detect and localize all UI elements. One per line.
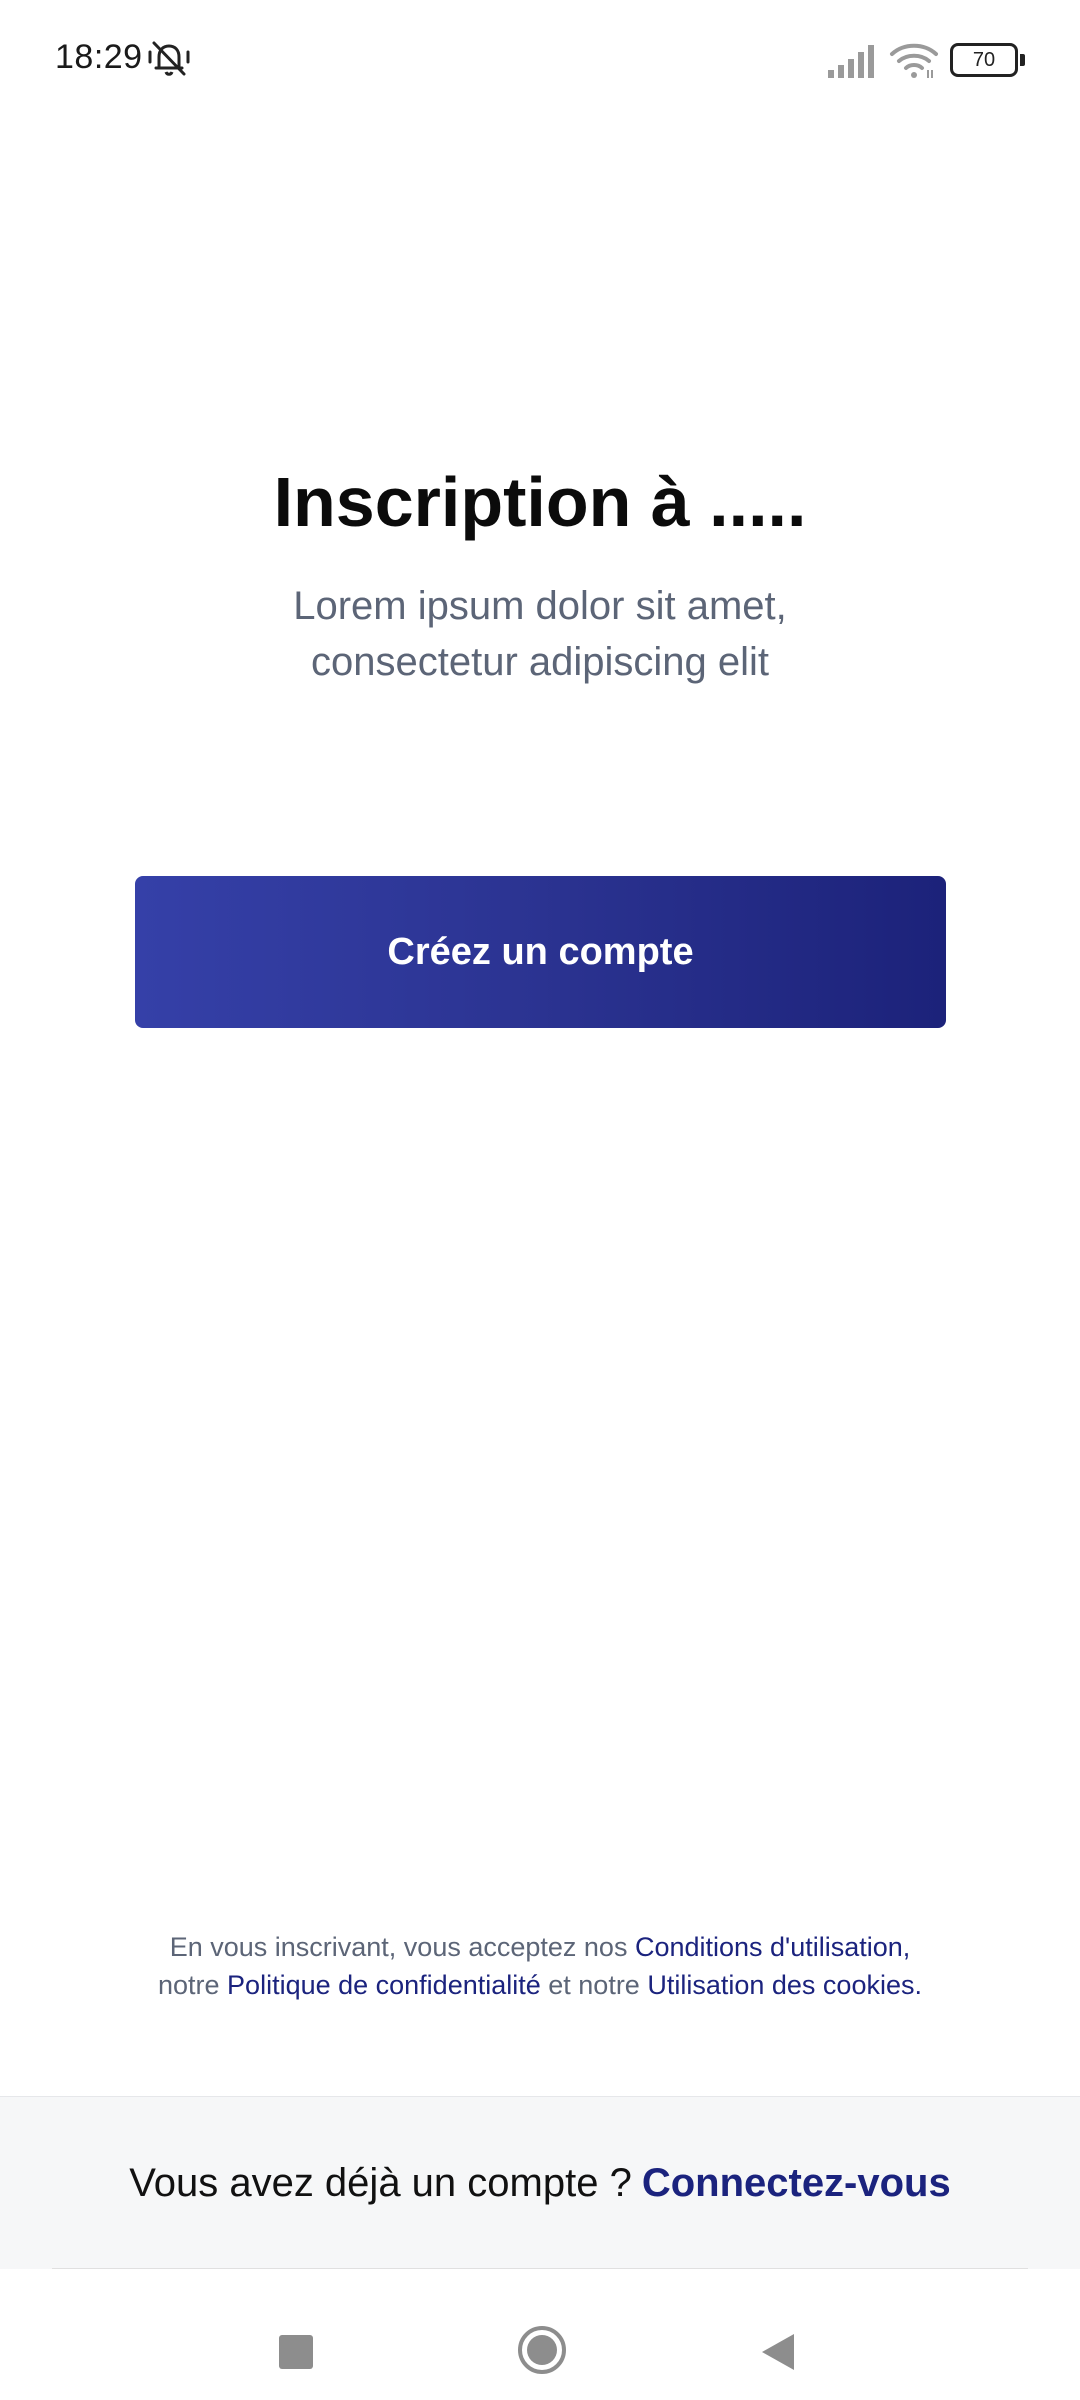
signal-icon xyxy=(828,45,874,78)
status-right: 70 xyxy=(826,38,1025,82)
battery-nub xyxy=(1020,54,1025,66)
terms-of-use-link[interactable]: Conditions d'utilisation, xyxy=(635,1932,910,1962)
wifi-icon xyxy=(890,43,938,78)
battery-icon: 70 xyxy=(950,43,1025,77)
battery-level: 70 xyxy=(972,48,996,71)
page-subtitle: Lorem ipsum dolor sit amet, consectetur … xyxy=(293,584,787,684)
page-title: Inscription à ..... xyxy=(273,463,807,541)
navigation-bar xyxy=(0,2269,1080,2400)
create-account-button[interactable]: Créez un compte xyxy=(135,876,946,1028)
terms-mid-2: et notre xyxy=(540,1970,648,2000)
login-prompt: Vous avez déjà un compte ? xyxy=(129,2160,632,2205)
privacy-policy-link[interactable]: Politique de confidentialité xyxy=(227,1970,541,2000)
terms-mid-1: notre xyxy=(158,1970,228,2000)
login-link[interactable]: Connectez-vous xyxy=(642,2161,951,2206)
status-time: 18:29 xyxy=(55,38,143,76)
status-bar: 18:29 70 xyxy=(0,0,1080,120)
cookies-policy-link[interactable]: Utilisation des cookies. xyxy=(647,1970,922,2000)
recent-apps-icon[interactable] xyxy=(279,2335,313,2369)
login-strip: Vous avez déjà un compte ? Connectez-vou… xyxy=(0,2096,1080,2269)
hero-section: Inscription à ..... Lorem ipsum dolor si… xyxy=(0,460,1080,690)
terms-notice: En vous inscrivant, vous acceptez nos Co… xyxy=(60,1928,1020,2004)
back-icon[interactable] xyxy=(758,2331,798,2373)
home-icon[interactable] xyxy=(516,2324,568,2376)
terms-prefix: En vous inscrivant, vous acceptez nos xyxy=(169,1932,635,1962)
muted-bell-icon xyxy=(148,41,190,76)
